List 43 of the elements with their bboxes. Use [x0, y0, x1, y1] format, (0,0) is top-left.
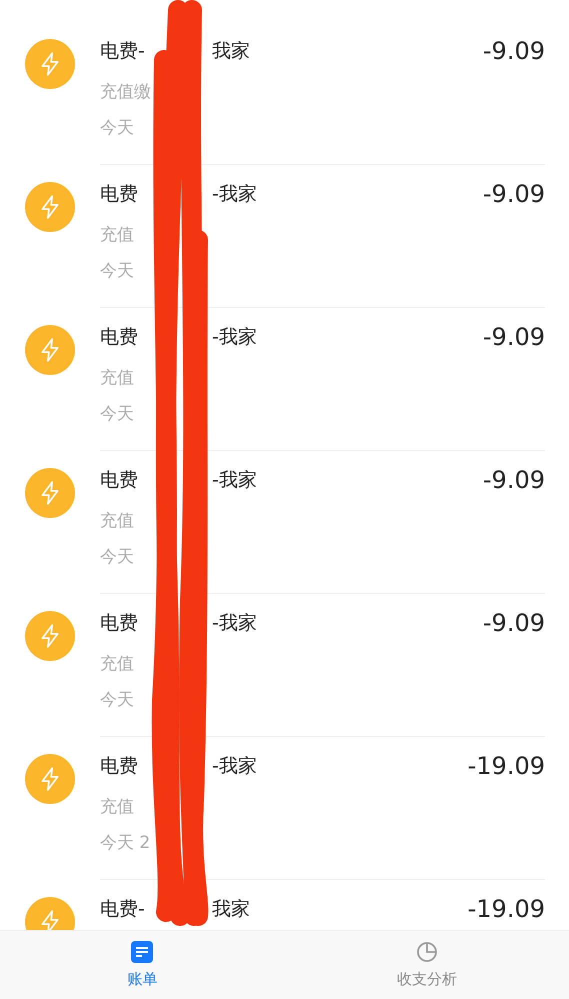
lightning-icon — [25, 468, 75, 518]
amount: -19.09 — [468, 751, 545, 782]
transaction-title: -我家 — [212, 610, 257, 636]
transaction-title: 电费 — [100, 182, 138, 207]
lightning-icon — [25, 611, 75, 661]
transaction-category: 充值缴 — [100, 81, 151, 104]
tab[interactable]: 账单 — [0, 931, 284, 999]
transaction-title: 我家 — [212, 38, 250, 64]
lightning-icon — [25, 182, 75, 232]
transaction-category: 充值 — [100, 224, 134, 247]
tab[interactable]: 收支分析 — [284, 931, 569, 999]
transaction-title: -我家 — [212, 468, 257, 493]
transaction-title: 我家 — [212, 896, 250, 922]
transaction-title: 电费 — [100, 468, 138, 493]
transaction-title: 电费 — [100, 754, 138, 779]
transaction-category: 充值 — [100, 510, 134, 533]
transaction-title: -我家 — [212, 324, 257, 350]
amount: -9.09 — [482, 465, 545, 496]
transaction-title: 电费- — [100, 896, 145, 922]
amount: -9.09 — [482, 322, 545, 353]
transaction-date: 今天 — [100, 402, 134, 426]
transaction-category: 充值 — [100, 796, 134, 819]
transaction-category: 充值 — [100, 653, 134, 676]
amount: -19.09 — [468, 894, 545, 925]
chart-icon — [414, 940, 439, 964]
transaction-date: 今天 — [100, 116, 134, 140]
bill-icon — [130, 940, 154, 964]
transaction-title: -我家 — [212, 182, 257, 207]
amount: -9.09 — [482, 608, 545, 639]
lightning-icon — [25, 39, 75, 89]
transaction-date: 今天 — [100, 260, 134, 282]
transaction-date: 今天 2 — [100, 832, 150, 854]
transaction-title: -我家 — [212, 754, 257, 779]
transaction-title: 电费- — [100, 38, 145, 64]
amount: -9.09 — [482, 36, 545, 67]
lightning-icon — [25, 754, 75, 804]
transaction-date: 今天 — [100, 688, 134, 712]
amount: -9.09 — [482, 179, 545, 210]
transaction-date: 今天 — [100, 546, 134, 568]
lightning-icon — [25, 325, 75, 375]
transaction-title: 电费 — [100, 324, 138, 350]
transaction-category: 充值 — [100, 367, 134, 390]
transaction-title: 电费 — [100, 610, 138, 636]
